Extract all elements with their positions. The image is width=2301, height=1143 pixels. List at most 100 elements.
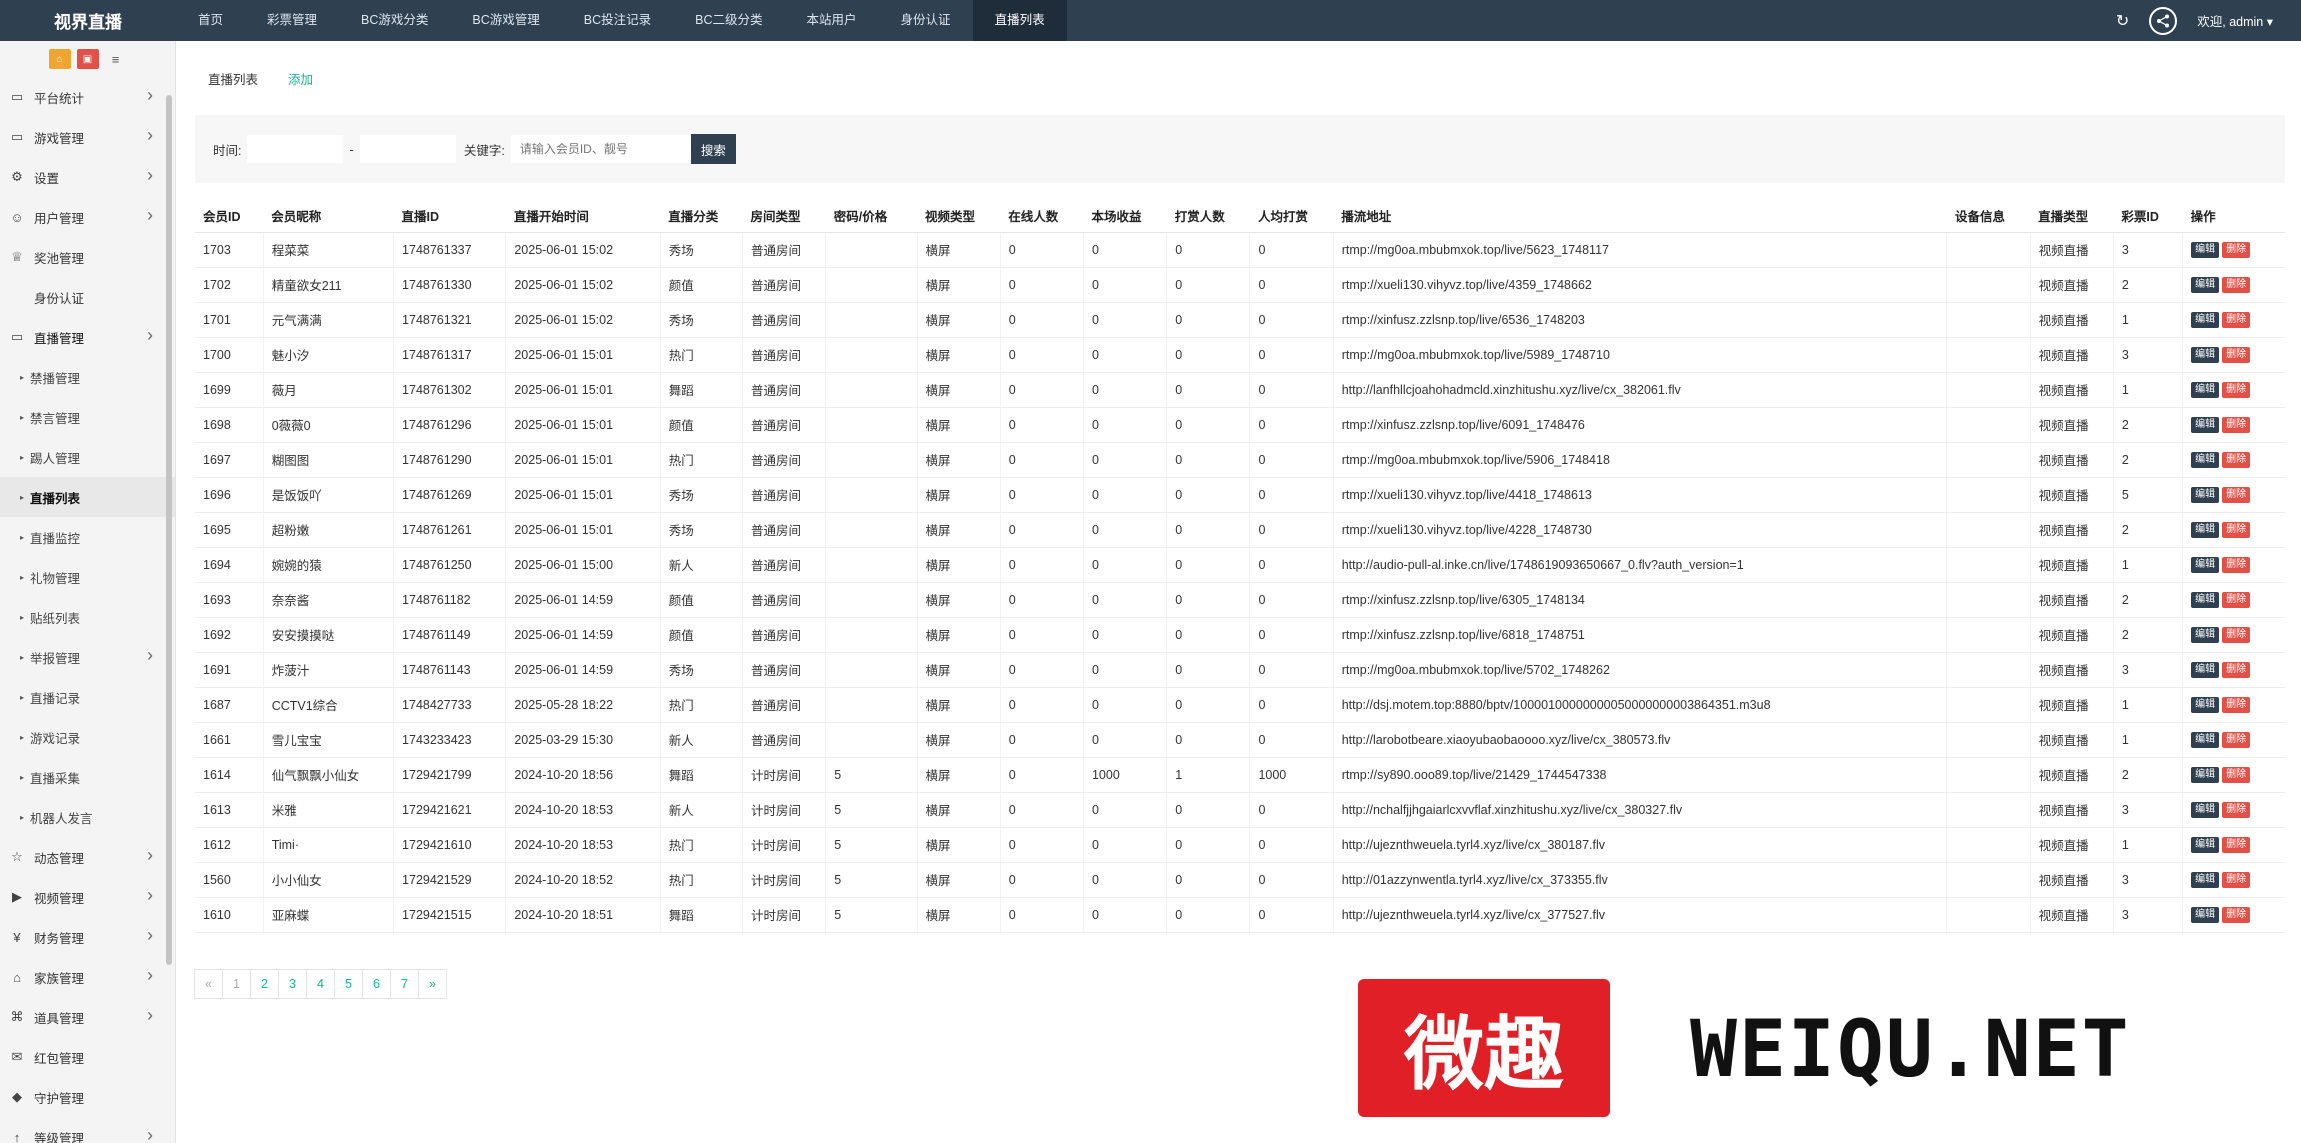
delete-button[interactable]: 删除 <box>2222 626 2251 643</box>
edit-button[interactable]: 编辑 <box>2191 836 2220 853</box>
sidebar-item[interactable]: ▸ 直播监控 <box>0 517 175 557</box>
edit-button[interactable]: 编辑 <box>2191 626 2220 643</box>
nav-item[interactable]: 首页 <box>176 0 245 41</box>
nav-item[interactable]: 本站用户 <box>785 0 879 41</box>
sidebar-item[interactable]: ▸ 直播列表 <box>0 477 175 517</box>
edit-button[interactable]: 编辑 <box>2191 731 2220 748</box>
edit-button[interactable]: 编辑 <box>2191 801 2220 818</box>
sidebar-item[interactable]: ▸ 游戏记录 <box>0 717 175 757</box>
nav-item[interactable]: 身份认证 <box>879 0 973 41</box>
tab-add[interactable]: 添加 <box>288 69 313 88</box>
user-menu[interactable]: 欢迎, admin ▾ <box>2197 11 2273 30</box>
nav-item[interactable]: BC投注记录 <box>562 0 673 41</box>
delete-button[interactable]: 删除 <box>2222 311 2251 328</box>
delete-button[interactable]: 删除 <box>2222 416 2251 433</box>
delete-button[interactable]: 删除 <box>2222 556 2251 573</box>
sidebar-item[interactable]: ☆ 动态管理 › <box>0 837 175 877</box>
page-prev[interactable]: « <box>194 969 223 999</box>
sidebar-item[interactable]: ▸ 禁言管理 <box>0 397 175 437</box>
sidebar-item[interactable]: ✉ 红包管理 <box>0 1037 175 1077</box>
keyword-input[interactable] <box>510 135 691 163</box>
nav-item[interactable]: 彩票管理 <box>245 0 339 41</box>
delete-button[interactable]: 删除 <box>2222 696 2251 713</box>
edit-button[interactable]: 编辑 <box>2191 696 2220 713</box>
sidebar-item[interactable]: ↑ 等级管理 › <box>0 1117 175 1143</box>
delete-button[interactable]: 删除 <box>2222 731 2251 748</box>
sidebar-item[interactable]: ▶ 视频管理 › <box>0 877 175 917</box>
nav-item[interactable]: BC游戏分类 <box>339 0 450 41</box>
delete-button[interactable]: 删除 <box>2222 591 2251 608</box>
page-number[interactable]: 6 <box>362 969 391 999</box>
sidebar-item[interactable]: ¥ 财务管理 › <box>0 917 175 957</box>
delete-button[interactable]: 删除 <box>2222 871 2251 888</box>
page-number[interactable]: 3 <box>278 969 307 999</box>
sidebar-item[interactable]: ▸ 贴纸列表 <box>0 597 175 637</box>
edit-button[interactable]: 编辑 <box>2191 556 2220 573</box>
delete-button[interactable]: 删除 <box>2222 346 2251 363</box>
edit-button[interactable]: 编辑 <box>2191 521 2220 538</box>
sidebar-item[interactable]: ▸ 踢人管理 <box>0 437 175 477</box>
edit-button[interactable]: 编辑 <box>2191 766 2220 783</box>
sidebar-item[interactable]: ▸ 礼物管理 <box>0 557 175 597</box>
edit-button[interactable]: 编辑 <box>2191 661 2220 678</box>
sidebar-item[interactable]: ▭ 平台统计 › <box>0 77 175 117</box>
delete-button[interactable]: 删除 <box>2222 381 2251 398</box>
edit-button[interactable]: 编辑 <box>2191 311 2220 328</box>
table-cell <box>825 652 918 688</box>
delete-button[interactable]: 删除 <box>2222 801 2251 818</box>
edit-button[interactable]: 编辑 <box>2191 381 2220 398</box>
sidebar-item[interactable]: ⚙ 设置 › <box>0 157 175 197</box>
list-icon[interactable]: ≡ <box>105 49 127 69</box>
delete-button[interactable]: 删除 <box>2222 241 2251 258</box>
avatar[interactable] <box>2149 6 2178 35</box>
refresh-icon[interactable]: ↻ <box>2116 11 2129 31</box>
page-next[interactable]: » <box>418 969 447 999</box>
delete-button[interactable]: 删除 <box>2222 486 2251 503</box>
sidebar-item[interactable]: ☺ 用户管理 › <box>0 197 175 237</box>
nav-item[interactable]: BC游戏管理 <box>450 0 561 41</box>
edit-button[interactable]: 编辑 <box>2191 906 2220 923</box>
sidebar-item[interactable]: ▸ 直播记录 <box>0 677 175 717</box>
delete-button[interactable]: 删除 <box>2222 661 2251 678</box>
star-icon: ☆ <box>11 849 23 864</box>
edit-button[interactable]: 编辑 <box>2191 451 2220 468</box>
delete-button[interactable]: 删除 <box>2222 836 2251 853</box>
page-number[interactable]: 5 <box>334 969 363 999</box>
lock-icon[interactable]: ▣ <box>76 49 99 69</box>
sidebar-scrollbar[interactable] <box>166 95 172 965</box>
sidebar-item[interactable]: 身份认证 <box>0 277 175 317</box>
edit-button[interactable]: 编辑 <box>2191 346 2220 363</box>
sidebar-item[interactable]: ⌘ 道具管理 › <box>0 997 175 1037</box>
delete-button[interactable]: 删除 <box>2222 521 2251 538</box>
page-number[interactable]: 2 <box>250 969 279 999</box>
page-number[interactable]: 4 <box>306 969 335 999</box>
sidebar-item[interactable]: ⌂ 家族管理 › <box>0 957 175 997</box>
delete-button[interactable]: 删除 <box>2222 766 2251 783</box>
page-number[interactable]: 7 <box>390 969 419 999</box>
delete-button[interactable]: 删除 <box>2222 451 2251 468</box>
delete-button[interactable]: 删除 <box>2222 906 2251 923</box>
edit-button[interactable]: 编辑 <box>2191 276 2220 293</box>
start-time-input[interactable] <box>247 135 344 163</box>
edit-button[interactable]: 编辑 <box>2191 241 2220 258</box>
sidebar-item[interactable]: ▭ 直播管理 › <box>0 317 175 357</box>
edit-button[interactable]: 编辑 <box>2191 871 2220 888</box>
nav-item[interactable]: BC二级分类 <box>673 0 784 41</box>
page-number[interactable]: 1 <box>222 969 251 999</box>
sidebar-item[interactable]: ▸ 举报管理 › <box>0 637 175 677</box>
edit-button[interactable]: 编辑 <box>2191 486 2220 503</box>
search-button[interactable]: 搜索 <box>690 134 736 164</box>
sidebar-item[interactable]: ▭ 游戏管理 › <box>0 117 175 157</box>
nav-item[interactable]: 直播列表 <box>972 0 1067 41</box>
end-time-input[interactable] <box>359 135 456 163</box>
tab-live-list[interactable]: 直播列表 <box>208 69 258 88</box>
sidebar-item[interactable]: ◆ 守护管理 <box>0 1077 175 1117</box>
home-icon[interactable]: ⌂ <box>48 49 71 69</box>
edit-button[interactable]: 编辑 <box>2191 416 2220 433</box>
sidebar-item[interactable]: ▸ 直播采集 <box>0 757 175 797</box>
sidebar-item[interactable]: ♕ 奖池管理 <box>0 237 175 277</box>
delete-button[interactable]: 删除 <box>2222 276 2251 293</box>
edit-button[interactable]: 编辑 <box>2191 591 2220 608</box>
sidebar-item[interactable]: ▸ 禁播管理 <box>0 357 175 397</box>
sidebar-item[interactable]: ▸ 机器人发言 <box>0 797 175 837</box>
